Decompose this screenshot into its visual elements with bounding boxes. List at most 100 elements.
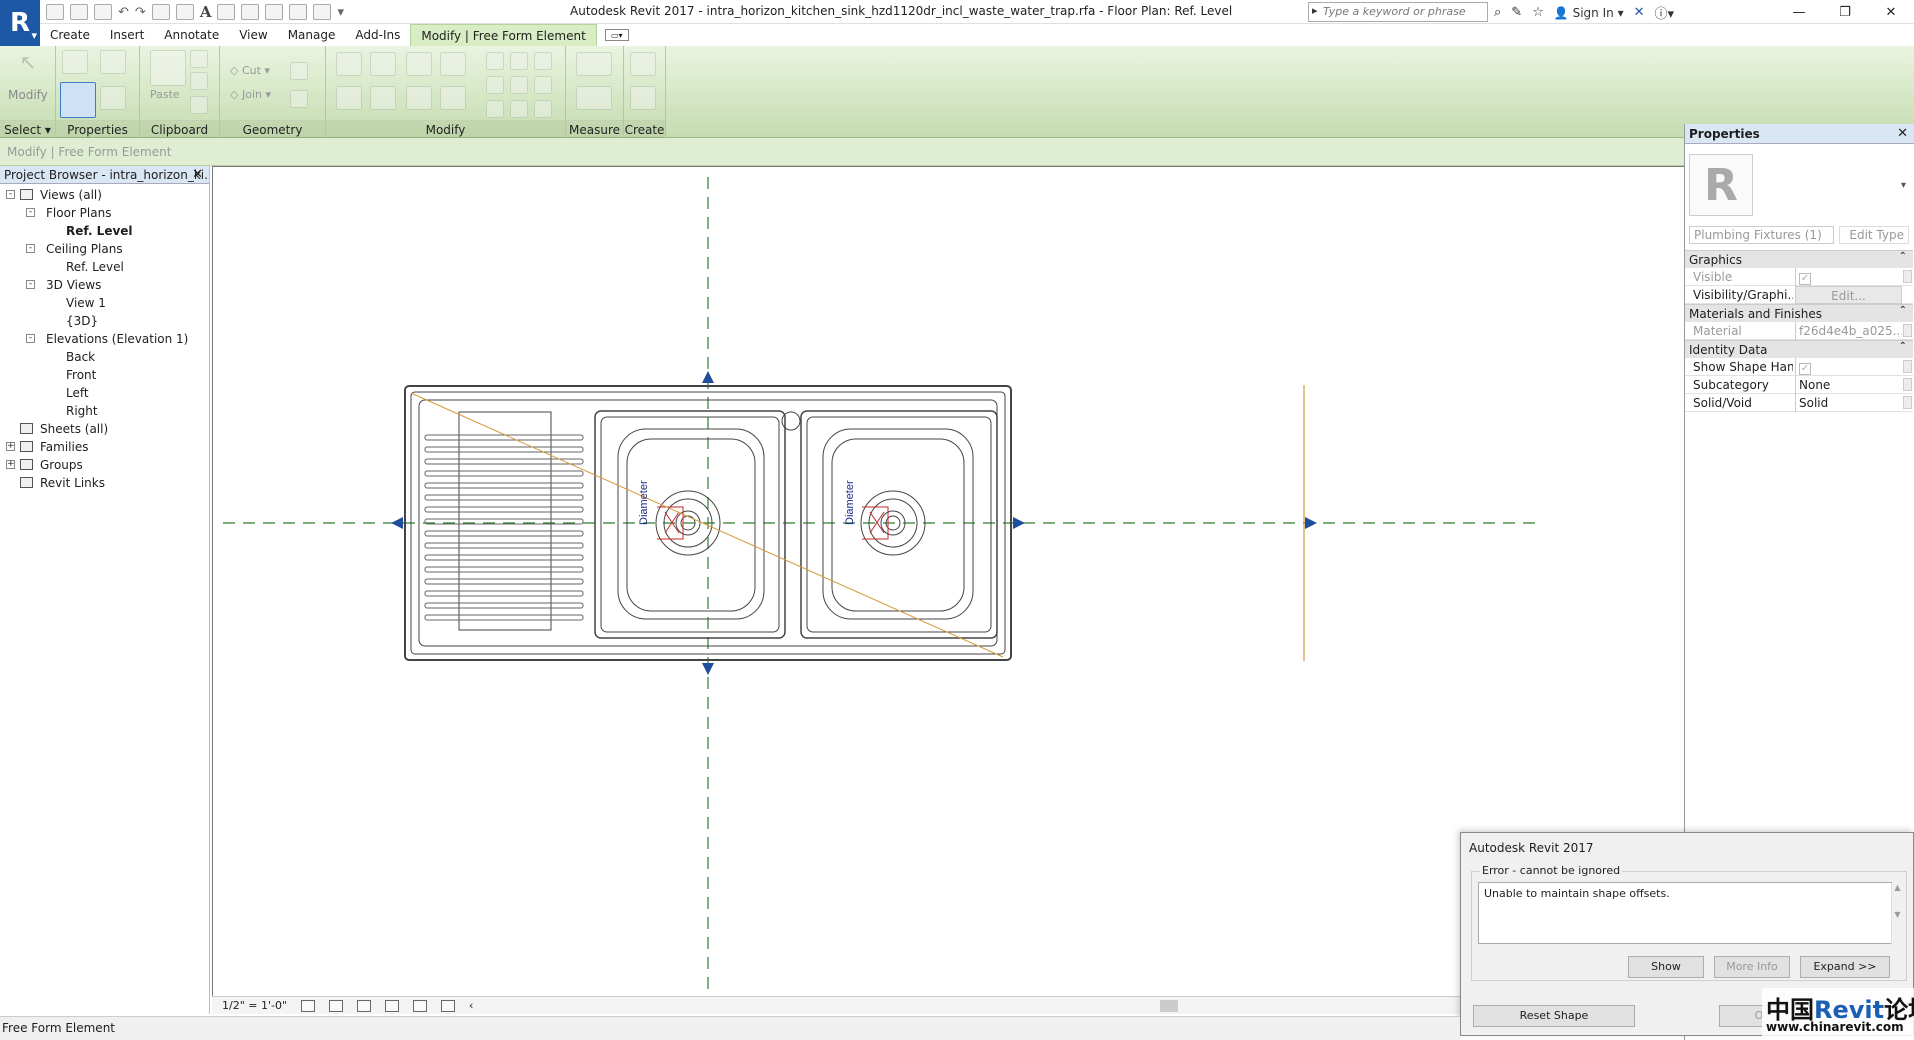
tree-item[interactable]: Elevations (Elevation 1) [46,330,188,348]
paste-icon[interactable] [150,50,186,86]
sync-icon[interactable] [94,4,112,20]
up-arrow-icon[interactable] [702,371,714,383]
group-materials[interactable]: Materials and Finishes ⌃ [1685,304,1913,322]
create-similar-icon[interactable] [630,52,656,76]
trim-single-icon[interactable] [510,100,528,118]
copy-element-icon[interactable] [370,86,396,110]
pin-icon[interactable] [534,76,552,94]
reset-shape-button[interactable]: Reset Shape [1473,1005,1635,1027]
tree-toggle-icon[interactable]: - [26,244,35,253]
join-geometry-button[interactable]: ◇ Join ▾ [230,88,271,101]
search-input[interactable]: Type a keyword or phrase [1308,2,1488,22]
temporary-hide-icon[interactable] [441,999,456,1012]
tree-item[interactable]: Ref. Level [66,258,124,276]
trim-multiple-icon[interactable] [486,100,504,118]
group-graphics[interactable]: Graphics ⌃ [1685,250,1913,268]
edit-type-button[interactable]: Edit Type [1839,226,1909,244]
visible-checkbox[interactable]: ✓ [1799,273,1811,285]
modify-cursor-icon[interactable]: ↖ [10,50,46,86]
undo-icon[interactable]: ↶ [118,5,129,20]
tree-toggle-icon[interactable]: + [6,460,15,469]
close-icon[interactable]: ✕ [1868,0,1914,24]
shadows-icon[interactable] [385,999,400,1012]
unpin-icon[interactable] [534,52,552,70]
tree-item[interactable]: Ref. Level [66,222,133,240]
mirror-draw-icon[interactable] [440,52,466,76]
tree-item[interactable]: Ceiling Plans [46,240,123,258]
tree-toggle-icon[interactable]: + [6,442,15,451]
tree-toggle-icon[interactable]: - [6,190,15,199]
diameter-label-right[interactable]: Diameter [844,480,856,525]
paint-icon[interactable] [290,62,308,80]
tree-item[interactable]: View 1 [66,294,106,312]
tree-item[interactable]: Left [66,384,89,402]
tree-item[interactable]: Back [66,348,95,366]
tab-view[interactable]: View [229,24,277,46]
tab-create[interactable]: Create [40,24,100,46]
view-scale[interactable]: 1/2" = 1'-0" [222,999,287,1012]
aligned-dimension-icon[interactable] [175,4,194,20]
tree-toggle-icon[interactable]: - [26,280,35,289]
subscription-icon[interactable]: ✎ [1511,5,1522,20]
horizontal-scroll-thumb[interactable] [1160,1000,1178,1012]
associate-parameter-button[interactable] [1903,378,1912,391]
left-arrow-icon[interactable] [391,517,403,529]
app-logo[interactable]: R ▾ [0,0,40,46]
sun-path-icon[interactable] [357,999,372,1012]
save-icon[interactable] [70,4,88,20]
close-icon[interactable]: ✕ [192,167,203,182]
instance-filter[interactable]: Plumbing Fixtures (1) [1689,226,1834,244]
match-properties-icon[interactable] [190,96,208,114]
binoculars-icon[interactable]: ⌕ [1494,5,1501,20]
section-icon[interactable] [241,4,260,20]
scroll-left-icon[interactable]: ‹ [469,999,473,1012]
tab-insert[interactable]: Insert [100,24,154,46]
tree-item[interactable]: Revit Links [40,474,105,492]
right-arrow-icon[interactable] [1013,517,1025,529]
split-icon[interactable] [486,52,504,70]
diameter-label-left[interactable]: Diameter [638,480,650,525]
tree-item[interactable]: 3D Views [46,276,101,294]
tree-item[interactable]: Views (all) [40,186,102,204]
rotate-icon[interactable] [406,86,432,110]
family-types-icon[interactable] [62,50,88,74]
associate-parameter-button[interactable] [1903,360,1912,373]
array-icon[interactable] [486,76,504,94]
tree-item[interactable]: Floor Plans [46,204,111,222]
trim-extend-icon[interactable] [440,86,466,110]
diagonal-line[interactable] [410,392,1004,658]
help-icon[interactable]: ⓘ▾ [1655,3,1675,22]
tab-manage[interactable]: Manage [278,24,346,46]
tree-item[interactable]: Front [66,366,96,384]
split-face-icon[interactable] [290,90,308,108]
tree-item[interactable]: {3D} [66,312,98,330]
tab-annotate[interactable]: Annotate [154,24,229,46]
restore-icon[interactable]: ❐ [1822,0,1868,24]
split-gap-icon[interactable] [510,52,528,70]
tab-modify-free-form[interactable]: Modify | Free Form Element [410,24,597,46]
offset-icon[interactable] [370,52,396,76]
close-icon[interactable]: ✕ [1897,126,1908,141]
create-group-icon[interactable] [630,86,656,110]
mirror-axis-icon[interactable] [406,52,432,76]
more-info-button[interactable]: More Info [1714,956,1790,978]
chevron-down-icon[interactable]: ▾ [1901,180,1906,191]
visual-style-icon[interactable] [329,999,344,1012]
modify-button[interactable]: Modify [8,88,48,102]
collapse-icon[interactable]: ⌃ [1899,251,1907,262]
ribbon-minimize-toggle[interactable]: ▭▾ [604,29,629,41]
tree-item[interactable]: Right [66,402,98,420]
collapse-icon[interactable]: ⌃ [1899,341,1907,352]
associate-parameter-button[interactable] [1903,270,1912,283]
tab-add-ins[interactable]: Add-Ins [345,24,410,46]
tree-toggle-icon[interactable]: - [26,208,35,217]
down-arrow-icon[interactable] [702,663,714,675]
visibility-edit-button[interactable]: Edit... [1795,286,1902,304]
align-icon[interactable] [336,52,362,76]
show-button[interactable]: Show [1628,956,1704,978]
material-value[interactable]: f26d4e4b_a025... [1795,322,1902,340]
paste-button[interactable]: Paste [150,88,180,101]
crop-view-icon[interactable] [413,999,428,1012]
expand-button[interactable]: Expand >> [1800,956,1890,978]
right-arrow-icon[interactable] [1305,517,1317,529]
